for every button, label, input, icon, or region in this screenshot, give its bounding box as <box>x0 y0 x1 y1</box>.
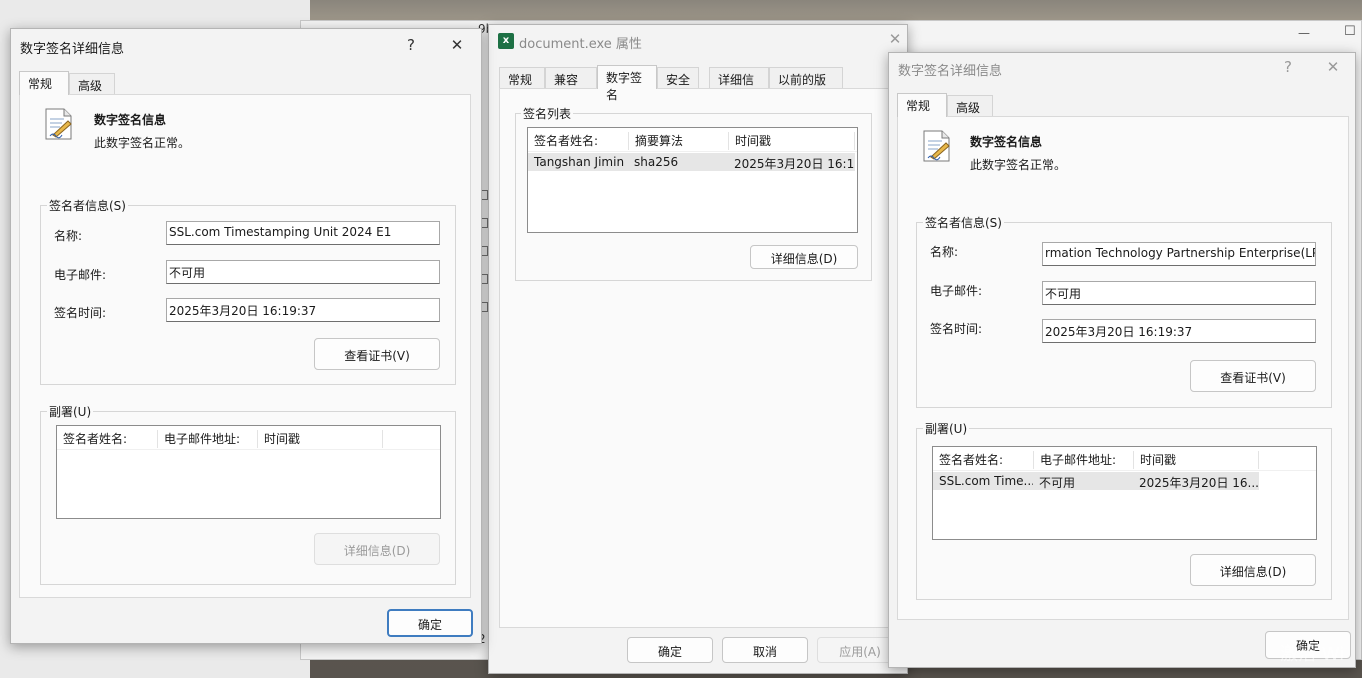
tab-previous-versions[interactable]: 以前的版本 <box>769 67 843 104</box>
countersignature-label: 副署(U) <box>47 403 94 420</box>
email-field[interactable]: 不可用 <box>166 260 440 284</box>
countersignature-label: 副署(U) <box>923 420 970 437</box>
email-field[interactable]: 不可用 <box>1042 281 1316 305</box>
signing-time-label: 签名时间: <box>54 306 107 320</box>
excel-file-icon: x <box>498 33 514 49</box>
tab-general[interactable]: 常规 <box>19 71 69 95</box>
tab-security[interactable]: 安全 <box>657 67 699 89</box>
activation-watermark: 激活 Wi <box>1280 644 1345 665</box>
signed-document-icon <box>923 130 950 162</box>
column-header[interactable]: 电子邮件地址: <box>158 430 258 448</box>
signing-time-label: 签名时间: <box>930 322 983 336</box>
signature-list[interactable]: 签名者姓名: 摘要算法 时间戳 Tangshan Jimin I... sha2… <box>527 127 858 233</box>
signing-time-field[interactable]: 2025年3月20日 16:19:37 <box>1042 319 1316 343</box>
signing-time-field[interactable]: 2025年3月20日 16:19:37 <box>166 298 440 322</box>
list-item[interactable]: Tangshan Jimin I... sha256 2025年3月20日 16… <box>528 153 855 171</box>
column-header[interactable]: 时间戳 <box>258 430 383 448</box>
countersignature-list[interactable]: 签名者姓名: 电子邮件地址: 时间戳 SSL.com Time... 不可用 2… <box>932 446 1317 540</box>
list-header: 签名者姓名: 电子邮件地址: 时间戳 <box>933 447 1316 471</box>
help-icon[interactable]: ? <box>1278 60 1298 75</box>
signer-name-cell: SSL.com Time... <box>939 474 1033 488</box>
dialog-title: 数字签名详细信息 <box>20 42 125 57</box>
column-header[interactable]: 签名者姓名: <box>57 430 158 448</box>
ok-button[interactable]: 确定 <box>387 609 473 637</box>
list-header: 签名者姓名: 电子邮件地址: 时间戳 <box>57 426 440 450</box>
name-label: 名称: <box>54 229 83 243</box>
email-label: 电子邮件: <box>54 268 107 282</box>
column-header[interactable]: 摘要算法 <box>629 132 729 150</box>
name-field[interactable]: SSL.com Timestamping Unit 2024 E1 <box>166 221 440 245</box>
general-panel: 数字签名信息 此数字签名正常。 签名者信息(S) 名称: rmation Tec… <box>897 116 1349 620</box>
tab-advanced[interactable]: 高级 <box>69 73 115 95</box>
algorithm-cell: sha256 <box>634 155 679 169</box>
list-header: 签名者姓名: 摘要算法 时间戳 <box>528 128 857 152</box>
info-heading: 数字签名信息 <box>94 113 167 127</box>
digital-signatures-panel: 签名列表 签名者姓名: 摘要算法 时间戳 Tangshan Jimin I...… <box>499 88 899 628</box>
countersignature-list[interactable]: 签名者姓名: 电子邮件地址: 时间戳 <box>56 425 441 519</box>
info-status: 此数字签名正常。 <box>970 158 1067 172</box>
info-heading: 数字签名信息 <box>970 135 1043 149</box>
signature-details-dialog: 数字签名详细信息 ? ✕ 常规 高级 数字签名信息 此数字签名正常。 签名者信息… <box>10 28 482 644</box>
tab-general[interactable]: 常规 <box>897 93 947 117</box>
cancel-button[interactable]: 取消 <box>722 637 808 663</box>
tab-strip: 常规 兼容性 数字签名 安全 详细信息 以前的版本 <box>499 65 899 104</box>
signature-details-dialog-2: 数字签名详细信息 ? ✕ 常规 高级 数字签名信息 此数字签名正常。 签名者信息… <box>888 52 1356 668</box>
details-button[interactable]: 详细信息(D) <box>1190 554 1316 586</box>
close-icon[interactable]: ✕ <box>1323 60 1343 75</box>
column-header[interactable]: 签名者姓名: <box>528 132 629 150</box>
general-panel: 数字签名信息 此数字签名正常。 签名者信息(S) 名称: SSL.com Tim… <box>19 94 471 598</box>
help-icon[interactable]: ? <box>401 38 421 53</box>
tab-digital-signatures[interactable]: 数字签名 <box>597 65 657 102</box>
info-status: 此数字签名正常。 <box>94 136 191 150</box>
column-header[interactable]: 时间戳 <box>1134 451 1259 469</box>
column-header[interactable]: 时间戳 <box>729 132 855 150</box>
signer-name-cell: Tangshan Jimin I... <box>534 155 628 169</box>
tab-details[interactable]: 详细信息 <box>709 67 769 104</box>
column-header[interactable]: 电子邮件地址: <box>1034 451 1134 469</box>
background-maximize-button[interactable]: ☐ <box>1344 24 1356 39</box>
tab-strip: 常规 高级 <box>897 93 1097 117</box>
signature-list-label: 签名列表 <box>521 105 574 122</box>
signer-info-label: 签名者信息(S) <box>47 197 128 214</box>
column-header[interactable]: 签名者姓名: <box>933 451 1034 469</box>
view-certificate-button[interactable]: 查看证书(V) <box>314 338 440 370</box>
details-button[interactable]: 详细信息(D) <box>750 245 858 269</box>
signed-document-icon <box>45 108 72 140</box>
tab-advanced[interactable]: 高级 <box>947 95 993 117</box>
tab-strip: 常规 高级 <box>19 71 219 95</box>
list-item[interactable]: SSL.com Time... 不可用 2025年3月20日 16... <box>933 472 1259 490</box>
name-label: 名称: <box>930 245 959 259</box>
signer-info-label: 签名者信息(S) <box>923 214 1004 231</box>
tab-general[interactable]: 常规 <box>499 67 545 89</box>
email-label: 电子邮件: <box>930 284 983 298</box>
timestamp-cell: 2025年3月20日 16... <box>1139 476 1259 490</box>
tab-compatibility[interactable]: 兼容性 <box>545 67 597 104</box>
close-icon[interactable]: ✕ <box>885 32 905 47</box>
timestamp-cell: 2025年3月20日 16:1... <box>734 157 854 171</box>
details-button[interactable]: 详细信息(D) <box>314 533 440 565</box>
dialog-title: 数字签名详细信息 <box>898 64 1003 79</box>
properties-dialog: x document.exe 属性 ✕ 常规 兼容性 数字签名 安全 详细信息 … <box>488 24 908 674</box>
ok-button[interactable]: 确定 <box>627 637 713 663</box>
view-certificate-button[interactable]: 查看证书(V) <box>1190 360 1316 392</box>
name-field[interactable]: rmation Technology Partnership Enterpris… <box>1042 242 1316 266</box>
email-cell: 不可用 <box>1039 476 1076 490</box>
close-icon[interactable]: ✕ <box>447 38 467 53</box>
dialog-title: document.exe 属性 <box>519 37 642 52</box>
background-minimize-button[interactable]: — <box>1298 26 1310 40</box>
